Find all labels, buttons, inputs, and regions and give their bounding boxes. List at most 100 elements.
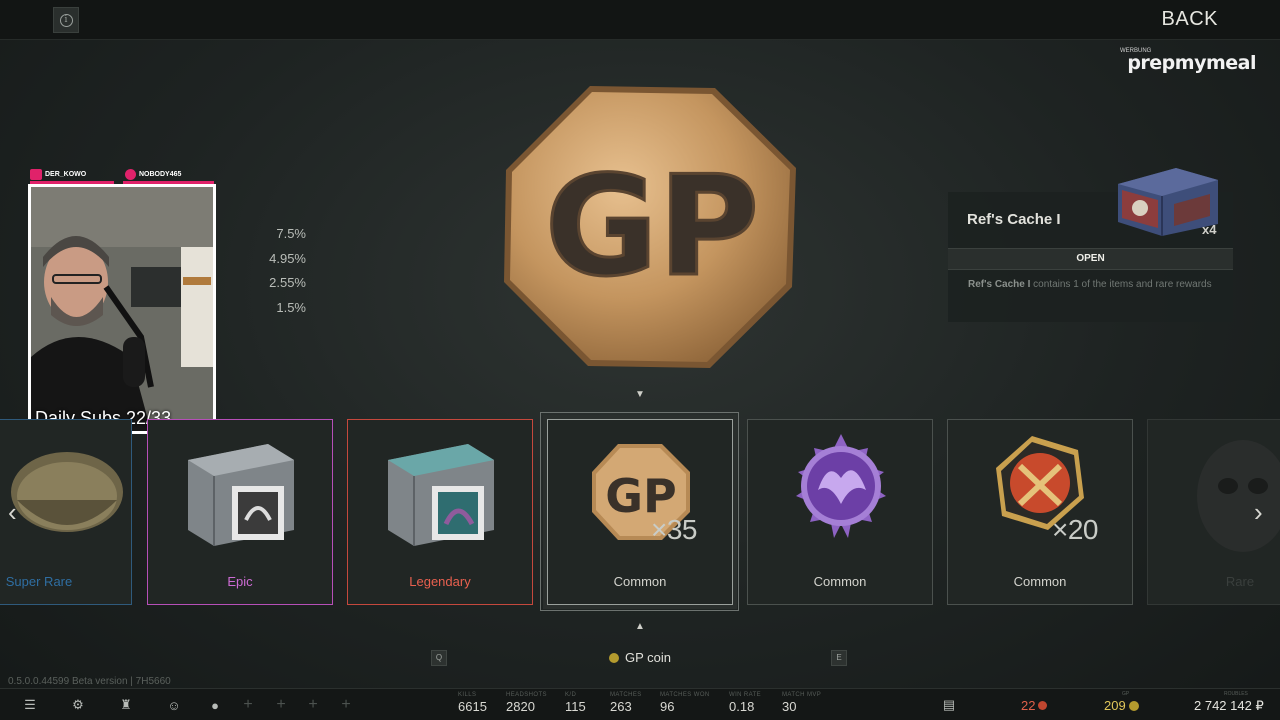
friends-icon[interactable]: ☺ xyxy=(159,692,189,718)
open-cache-button[interactable]: OPEN xyxy=(948,248,1233,270)
cache-desc-text: contains 1 of the items and rare rewards xyxy=(1030,279,1212,290)
roubles-caption: ROUBLES xyxy=(1224,691,1248,697)
avatar-icon[interactable]: ● xyxy=(200,692,230,718)
stat-label: K/D xyxy=(565,692,577,698)
bc-amount: 22 xyxy=(1021,698,1036,713)
item-quantity: ×20 xyxy=(1052,514,1099,545)
gp-coin-large-icon: GP xyxy=(504,86,796,368)
rarity-label: Common xyxy=(613,574,667,589)
rarity-label: Legendary xyxy=(409,574,471,589)
inventory-icon[interactable]: ▤ xyxy=(934,692,964,718)
stat-headshots: HEADSHOTS 2820 xyxy=(506,692,547,714)
add-slot-icon[interactable]: + xyxy=(233,692,263,718)
gp-coin-small-icon xyxy=(609,652,619,663)
swords-badge-icon xyxy=(996,436,1084,530)
stat-value: 6615 xyxy=(458,699,487,714)
mask-icon xyxy=(1197,440,1280,552)
back-button[interactable]: BACK xyxy=(1162,8,1218,31)
bc-icon xyxy=(1038,701,1048,710)
add-slot-icon[interactable]: + xyxy=(331,692,361,718)
gp-coin-icon: GP xyxy=(592,444,690,540)
stat-label: HEADSHOTS xyxy=(506,692,547,698)
reward-card[interactable]: ×20 Common xyxy=(947,419,1133,605)
stat-value: 0.18 xyxy=(729,699,755,714)
reward-card[interactable]: Legendary xyxy=(347,419,533,605)
carousel-prev-icon[interactable]: ‹ xyxy=(8,497,17,527)
stat-kd: K/D 115 xyxy=(565,692,586,714)
ad-tag: WERBUNG xyxy=(1120,48,1152,54)
up-marker-icon: ▲ xyxy=(635,621,645,632)
character-icon[interactable]: ♜ xyxy=(111,692,141,718)
stat-label: KILLS xyxy=(458,692,477,698)
drop-odds: 7.5% 4.95% 2.55% 1.5% xyxy=(250,226,306,324)
stat-value: 96 xyxy=(660,699,675,714)
stat-value: 30 xyxy=(782,699,797,714)
stat-matches: MATCHES 263 xyxy=(610,692,642,714)
prev-key-hint[interactable]: Q xyxy=(431,650,447,666)
version-text: 0.5.0.0.44599 Beta version | 7H5660 xyxy=(8,676,171,687)
stat-win-rate: WIN RATE 0.18 xyxy=(729,692,761,714)
stat-label: MATCH MVP xyxy=(782,692,822,698)
gp-caption: GP xyxy=(1122,691,1130,697)
add-slot-icon[interactable]: + xyxy=(298,692,328,718)
streamer-name: DER_KOWO xyxy=(45,171,87,178)
odds-value: 2.55% xyxy=(269,275,306,290)
settings-icon[interactable]: ⚙ xyxy=(63,692,93,718)
stat-value: 2820 xyxy=(506,699,535,714)
selected-item-name: GP coin xyxy=(625,650,672,665)
webcam-video: Daily Subs 22/33 xyxy=(31,187,213,431)
sponsor-logo: prepmymeal xyxy=(1127,52,1256,74)
box-icon xyxy=(188,444,294,546)
top-bar: i BACK xyxy=(0,0,1280,40)
rarity-label: Common xyxy=(1013,574,1067,589)
phoenix-emblem-icon xyxy=(796,434,886,538)
bottom-bar: ☰ ⚙ ♜ ☺ ● + + + + KILLS 6615 HEADSHOTS 282… xyxy=(0,688,1280,720)
subscriber-icon xyxy=(30,169,42,180)
heart-icon xyxy=(125,169,136,180)
next-key-hint[interactable]: E xyxy=(831,650,847,666)
sponsor-ad: WERBUNG prepmymeal xyxy=(1116,46,1257,74)
cache-desc-name: Ref's Cache I xyxy=(968,279,1031,290)
gp-icon xyxy=(1128,700,1139,711)
info-icon: i xyxy=(59,13,73,27)
menu-icon[interactable]: ☰ xyxy=(15,692,45,718)
webcam-overlay: DER_KOWO NOBODY465 Daily Subs 22/33 xyxy=(28,168,216,434)
box-icon xyxy=(388,444,494,546)
webcam-frame: Daily Subs 22/33 xyxy=(28,184,216,434)
stat-kills: KILLS 6615 xyxy=(458,692,487,714)
svg-text:GP: GP xyxy=(545,146,759,307)
reward-card[interactable]: Super Rare xyxy=(0,419,132,605)
stat-label: MATCHES WON xyxy=(660,692,710,698)
odds-value: 4.95% xyxy=(269,250,306,266)
reward-card[interactable]: Epic xyxy=(147,419,333,605)
roubles-amount: 2 742 142 ₽ xyxy=(1194,698,1264,713)
helmet-icon xyxy=(11,452,123,532)
rarity-label: Epic xyxy=(227,574,253,589)
stat-label: WIN RATE xyxy=(729,692,762,698)
add-slot-icon[interactable]: + xyxy=(266,692,296,718)
rarity-label: Common xyxy=(813,574,867,589)
stat-match-mvp: MATCH MVP 30 xyxy=(782,692,821,714)
gp-currency: GP 209 xyxy=(1104,691,1139,713)
rarity-label: Super Rare xyxy=(5,574,73,589)
stat-label: MATCHES xyxy=(610,692,642,698)
down-marker-icon: ▼ xyxy=(635,389,645,400)
stat-value: 115 xyxy=(565,699,586,714)
bc-currency: 22 xyxy=(1021,698,1048,713)
follower-name: NOBODY465 xyxy=(139,171,182,178)
roubles-currency: ROUBLES 2 742 142 ₽ xyxy=(1194,691,1264,714)
carousel-next-icon[interactable]: › xyxy=(1254,497,1263,527)
cache-quantity: x4 xyxy=(1202,222,1217,237)
odds-value: 7.5% xyxy=(276,226,306,241)
info-button[interactable]: i xyxy=(53,7,79,33)
reward-card[interactable]: Common xyxy=(747,419,933,605)
selected-item: GP coin xyxy=(609,650,671,665)
gp-amount: 209 xyxy=(1104,698,1126,713)
cache-description: Ref's Cache I contains 1 of the items an… xyxy=(968,279,1218,291)
reward-card-selected[interactable]: GP ×35 Common xyxy=(543,415,737,609)
item-quantity: ×35 xyxy=(651,514,698,545)
streamer-image xyxy=(31,187,213,431)
stat-value: 263 xyxy=(610,699,632,714)
rarity-label: Rare xyxy=(1225,574,1255,589)
odds-value: 1.5% xyxy=(276,299,306,315)
